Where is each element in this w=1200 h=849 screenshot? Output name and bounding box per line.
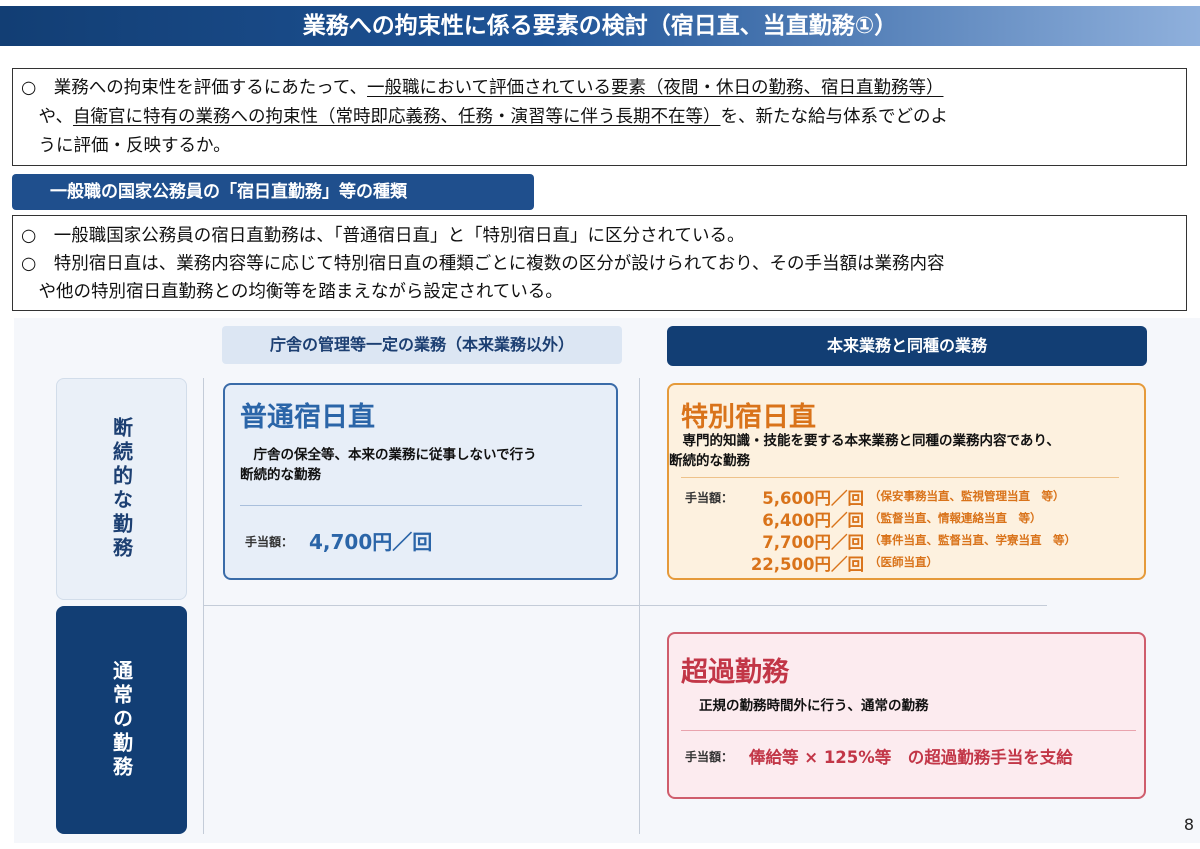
futsu-shukunicchoku-card: 普通宿日直 庁舎の保全等、本来の業務に従事しないで行う 断続的な勤務 手当額： … xyxy=(223,383,618,580)
tokubetsu-rate-amount: 7,700円／回 xyxy=(762,533,864,552)
grid-divider-vertical-left xyxy=(203,378,204,834)
intro-line-2-underlined: 自衛官に特有の業務への拘束性（常時即応義務、任務・演習等に伴う長期不在等） xyxy=(72,107,721,127)
tokubetsu-rate-note: （事件当直、監督当直、学寮当直 等） xyxy=(869,533,1076,547)
grid-divider-vertical-middle xyxy=(639,378,640,834)
column-header-non-core: 庁舎の管理等一定の業務（本来業務以外） xyxy=(222,326,622,364)
futsu-allowance-label: 手当額： xyxy=(245,535,294,549)
choka-title: 超過勤務 xyxy=(681,657,789,688)
intro-line-2-text: や、 xyxy=(21,107,73,127)
info-line-2: ○ 特別宿日直は、業務内容等に応じて特別宿日直の種類ごとに複数の区分が設けられて… xyxy=(21,254,945,274)
intro-line-1: ○ 業務への拘束性を評価するにあたって、一般職において評価されている要素（夜間・… xyxy=(21,74,1176,103)
page-number: 8 xyxy=(1183,815,1194,834)
tokubetsu-title: 特別宿日直 xyxy=(681,402,816,433)
intro-line-3: うに評価・反映するか。 xyxy=(21,136,231,156)
choka-kinmu-card: 超過勤務 正規の勤務時間外に行う、通常の勤務 手当額： 俸給等 × 125%等 … xyxy=(667,632,1146,799)
tokubetsu-shukunicchoku-card: 特別宿日直 専門的知識・技能を要する本来業務と同種の業務内容であり、 断続的な勤… xyxy=(667,383,1146,580)
choka-divider xyxy=(681,730,1136,731)
row-header-intermittent-label: 断続的な勤務 xyxy=(109,417,134,561)
row-header-regular-label: 通常の勤務 xyxy=(109,660,134,780)
tokubetsu-divider xyxy=(681,477,1119,478)
page-title: 業務への拘束性に係る要素の検討（宿日直、当直勤務①） xyxy=(302,13,898,39)
intro-line-1-underlined: 一般職において評価されている要素（夜間・休日の勤務、宿日直勤務等） xyxy=(367,78,944,98)
intro-line-1-text: ○ 業務への拘束性を評価するにあたって、 xyxy=(21,78,368,98)
row-header-intermittent: 断続的な勤務 xyxy=(56,378,187,600)
info-line-1: ○ 一般職国家公務員の宿日直勤務は、「普通宿日直」と「特別宿日直」に区分されてい… xyxy=(21,226,745,246)
column-header-core: 本来業務と同種の業務 xyxy=(667,326,1147,366)
tokubetsu-rate-amount: 22,500円／回 xyxy=(750,555,864,574)
intro-line-2: や、自衛官に特有の業務への拘束性（常時即応義務、任務・演習等に伴う長期不在等）を… xyxy=(21,103,1176,132)
futsu-description-line-1: 庁舎の保全等、本来の業務に従事しないで行う xyxy=(240,447,537,463)
tokubetsu-description: 専門的知識・技能を要する本来業務と同種の業務内容であり、 断続的な勤務 xyxy=(669,431,1139,471)
info-line-3: や他の特別宿日直勤務との均衡等を踏まえながら設定されている。 xyxy=(21,282,563,302)
choka-description: 正規の勤務時間外に行う、通常の勤務 xyxy=(699,698,929,714)
info-box: ○ 一般職国家公務員の宿日直勤務は、「普通宿日直」と「特別宿日直」に区分されてい… xyxy=(12,215,1187,311)
intro-box: ○ 業務への拘束性を評価するにあたって、一般職において評価されている要素（夜間・… xyxy=(12,68,1187,166)
tokubetsu-rate-note: （監督当直、情報連絡当直 等） xyxy=(869,511,1042,525)
futsu-description: 庁舎の保全等、本来の業務に従事しないで行う 断続的な勤務 xyxy=(240,445,610,485)
grid-divider-horizontal xyxy=(203,605,1047,606)
tokubetsu-rate-amount: 6,400円／回 xyxy=(762,511,864,530)
choka-allowance-label: 手当額： xyxy=(685,750,734,764)
futsu-description-line-2: 断続的な勤務 xyxy=(240,467,321,483)
section-header: 一般職の国家公務員の「宿日直勤務」等の種類 xyxy=(12,174,534,210)
choka-allowance-value: 俸給等 × 125%等 の超過勤務手当を支給 xyxy=(749,748,1073,767)
tokubetsu-rate-note: （保安事務当直、監視管理当直 等） xyxy=(869,489,1065,503)
row-header-regular: 通常の勤務 xyxy=(56,606,187,834)
intro-line-2-tail: を、新たな給与体系でどのよ xyxy=(720,107,948,127)
tokubetsu-rate-note: （医師当直） xyxy=(869,555,938,569)
tokubetsu-description-line-1: 専門的知識・技能を要する本来業務と同種の業務内容であり、 xyxy=(669,433,1060,449)
futsu-allowance-value: 4,700円／回 xyxy=(309,530,433,554)
futsu-title: 普通宿日直 xyxy=(240,402,375,433)
tokubetsu-rate-amount: 5,600円／回 xyxy=(762,489,864,508)
futsu-divider xyxy=(240,505,582,506)
tokubetsu-description-line-2: 断続的な勤務 xyxy=(669,453,750,469)
